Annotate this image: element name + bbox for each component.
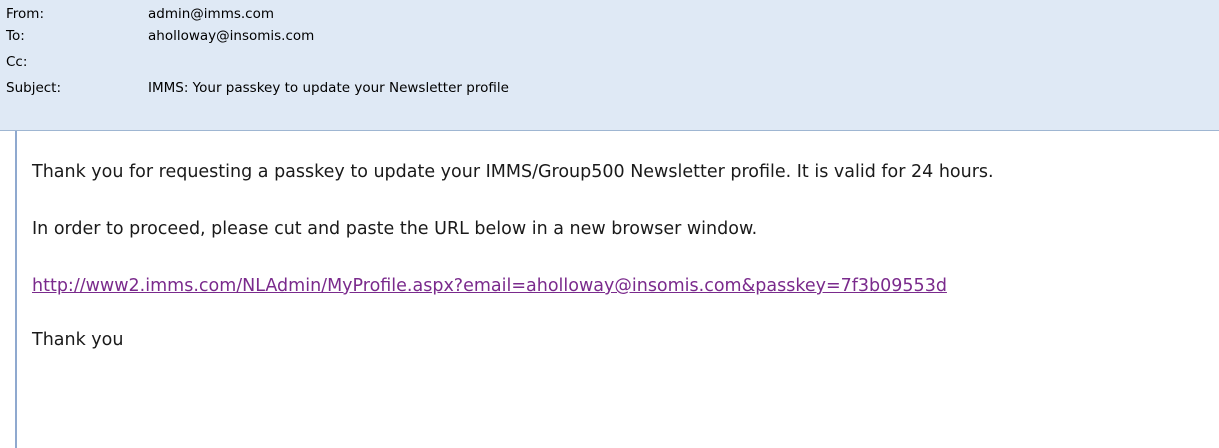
body-closing-text: Thank you [32,330,124,350]
passkey-link[interactable]: http://www2.imms.com/NLAdmin/MyProfile.a… [32,275,947,297]
from-row: From: admin@imms.com [0,2,1219,26]
email-body: Thank you for requesting a passkey to up… [15,131,1219,448]
email-header: From: admin@imms.com To: aholloway@insom… [0,0,1219,131]
cc-row: Cc: [0,50,1219,74]
body-intro-text: Thank you for requesting a passkey to up… [32,162,994,182]
body-instruction-text: In order to proceed, please cut and past… [32,219,758,239]
email-message: From: admin@imms.com To: aholloway@insom… [0,0,1219,448]
cc-label: Cc: [6,54,28,70]
subject-label: Subject: [6,80,62,96]
subject-value: IMMS: Your passkey to update your Newsle… [148,80,509,96]
from-label: From: [6,6,44,22]
subject-row: Subject: IMMS: Your passkey to update yo… [0,76,1219,100]
to-label: To: [6,28,25,44]
to-row: To: aholloway@insomis.com [0,24,1219,48]
from-value[interactable]: admin@imms.com [148,2,274,26]
to-value[interactable]: aholloway@insomis.com [148,24,314,48]
